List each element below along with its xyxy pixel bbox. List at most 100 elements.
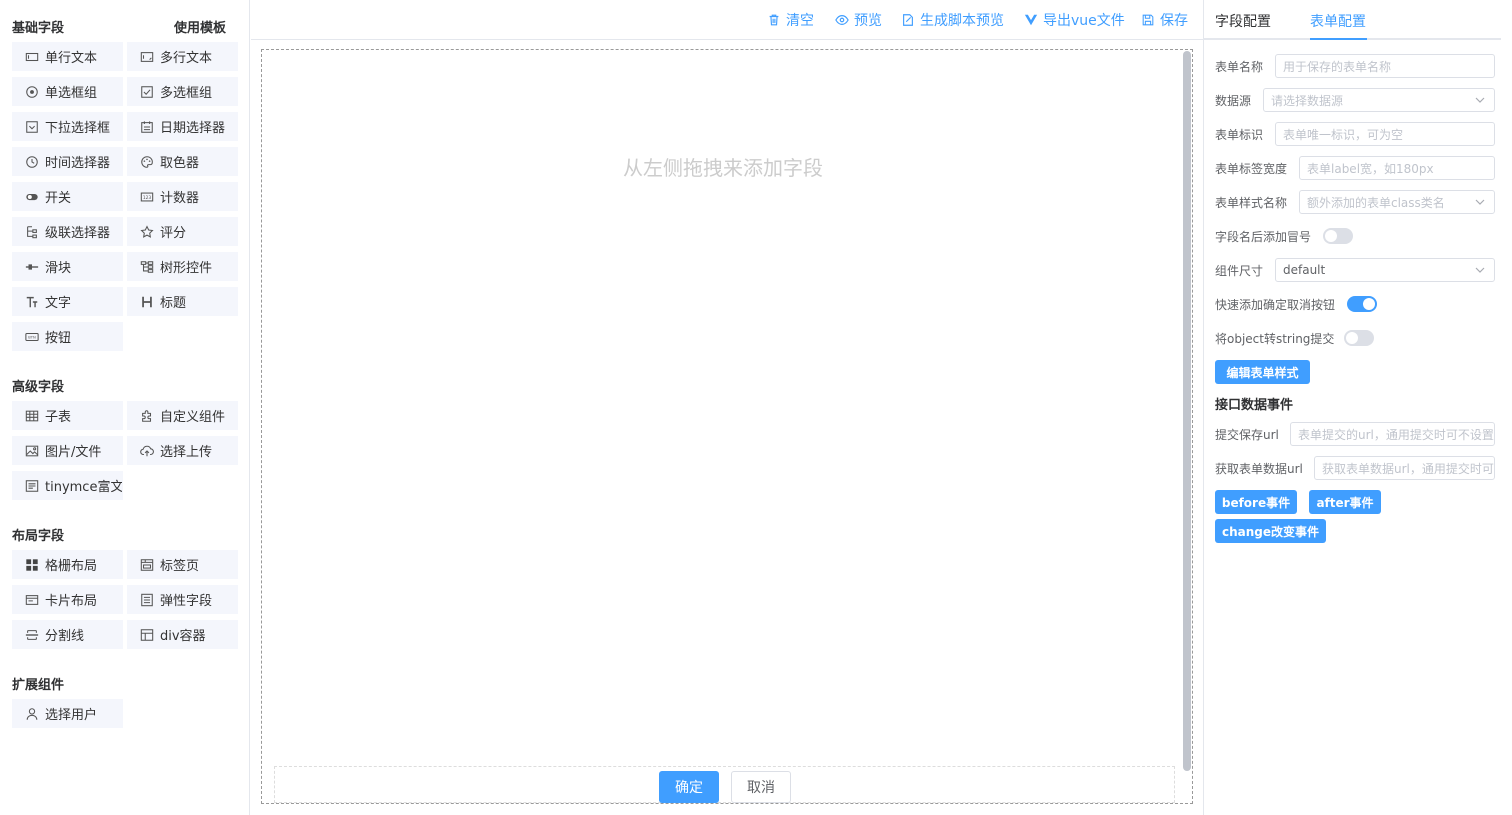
form-class-label: 表单样式名称	[1215, 195, 1288, 210]
date-icon	[140, 120, 154, 134]
component-label: 标题	[160, 296, 187, 311]
obj2str-row: 将object转string提交	[1215, 326, 1334, 350]
select-icon	[25, 120, 39, 134]
label-width-input[interactable]: 表单label宽，如180px	[1299, 156, 1495, 180]
component-label: 单行文本	[45, 51, 98, 66]
form-name-input[interactable]: 用于保存的表单名称	[1275, 54, 1495, 78]
button-icon: BTN	[25, 330, 39, 344]
component-label: 时间选择器	[45, 156, 111, 171]
component-item[interactable]: 格栅布局	[12, 550, 123, 579]
chevron-down-icon	[1475, 199, 1485, 205]
preview-button[interactable]: 预览	[835, 10, 882, 30]
tabs-icon	[140, 558, 154, 572]
component-item[interactable]: 滑块	[12, 252, 123, 281]
vue-icon	[1024, 14, 1038, 26]
form-canvas[interactable]: 从左侧拖拽来添加字段 确定 取消	[261, 49, 1193, 804]
submit-url-input[interactable]: 表单提交的url，通用提交时可不设置	[1290, 422, 1495, 446]
component-label: 计数器	[160, 191, 200, 206]
component-item[interactable]: 自定义组件	[127, 401, 238, 430]
component-item[interactable]: 时间选择器	[12, 147, 123, 176]
input-icon	[25, 50, 39, 64]
component-label: 级联选择器	[45, 226, 111, 241]
obj2str-switch[interactable]	[1344, 330, 1374, 346]
section-title-extension: 扩展组件	[12, 678, 65, 693]
svg-text:123: 123	[143, 195, 152, 201]
component-label: 文字	[45, 296, 72, 311]
component-item[interactable]: 单选框组	[12, 77, 123, 106]
component-label: 自定义组件	[160, 410, 226, 425]
section-title-layout: 布局字段	[12, 529, 65, 544]
save-button[interactable]: 保存	[1141, 10, 1188, 30]
component-item[interactable]: 子表	[12, 401, 123, 430]
cancel-button[interactable]: 取消	[731, 771, 791, 803]
active-tab-indicator	[1310, 38, 1367, 40]
component-label: 选择用户	[45, 708, 98, 723]
label-width-row: 表单标签宽度	[1215, 156, 1287, 180]
component-item[interactable]: 选择用户	[12, 699, 123, 728]
submit-url-row: 提交保存url	[1215, 422, 1279, 446]
config-scrollbar[interactable]	[1501, 40, 1509, 815]
component-item[interactable]: 树形控件	[127, 252, 238, 281]
component-item[interactable]: 评分	[127, 217, 238, 246]
use-template-link[interactable]: 使用模板	[174, 17, 226, 36]
canvas-scrollbar-thumb[interactable]	[1183, 51, 1191, 771]
confirm-button[interactable]: 确定	[659, 771, 719, 803]
component-item[interactable]: 123 计数器	[127, 182, 238, 211]
component-item[interactable]: tinymce富文本	[12, 471, 123, 500]
palette-icon	[140, 155, 154, 169]
tab-form-config[interactable]: 表单配置	[1310, 11, 1366, 31]
quick-button-label: 快速添加确定取消按钮	[1215, 297, 1336, 312]
puzzle-icon	[140, 409, 154, 423]
component-item[interactable]: 下拉选择框	[12, 112, 123, 141]
component-item[interactable]: div容器	[127, 620, 238, 649]
component-item[interactable]: 文字	[12, 287, 123, 316]
component-item[interactable]: 卡片布局	[12, 585, 123, 614]
colon-switch[interactable]	[1323, 228, 1353, 244]
component-item[interactable]: 选择上传	[127, 436, 238, 465]
component-item[interactable]: BTN 按钮	[12, 322, 123, 351]
component-label: 卡片布局	[45, 594, 98, 609]
canvas-scrollbar[interactable]	[1183, 51, 1191, 771]
clear-button[interactable]: 清空	[767, 10, 814, 30]
datasource-row: 数据源	[1215, 88, 1251, 112]
component-item[interactable]: 多行文本	[127, 42, 238, 71]
component-item[interactable]: 分割线	[12, 620, 123, 649]
image-icon	[25, 444, 39, 458]
component-label: 评分	[160, 226, 187, 241]
component-item[interactable]: 日期选择器	[127, 112, 238, 141]
component-item[interactable]: 级联选择器	[12, 217, 123, 246]
form-id-input[interactable]: 表单唯一标识，可为空	[1275, 122, 1495, 146]
component-label: 子表	[45, 410, 72, 425]
radio-icon	[25, 85, 39, 99]
tab-field-config[interactable]: 字段配置	[1215, 11, 1271, 31]
api-events-title: 接口数据事件	[1215, 398, 1294, 413]
component-item[interactable]: 多选框组	[127, 77, 238, 106]
component-label: 滑块	[45, 261, 72, 276]
form-class-select[interactable]: 额外添加的表单class类名	[1299, 190, 1495, 214]
component-item[interactable]: 弹性字段	[127, 585, 238, 614]
fetch-url-input[interactable]: 获取表单数据url，通用提交时可	[1314, 456, 1495, 480]
quick-button-switch[interactable]	[1347, 296, 1377, 312]
component-item[interactable]: 取色器	[127, 147, 238, 176]
size-select[interactable]: default	[1275, 258, 1495, 282]
component-label: 分割线	[45, 629, 85, 644]
component-label: 单选框组	[45, 86, 98, 101]
component-item[interactable]: 单行文本	[12, 42, 123, 71]
export-vue-button[interactable]: 导出vue文件	[1024, 10, 1125, 30]
datasource-select[interactable]: 请选择数据源	[1263, 88, 1495, 112]
after-event-button[interactable]: after事件	[1309, 490, 1381, 514]
form-id-label: 表单标识	[1215, 127, 1264, 142]
form-name-label: 表单名称	[1215, 59, 1264, 74]
component-item[interactable]: 标题	[127, 287, 238, 316]
component-item[interactable]: 图片/文件	[12, 436, 123, 465]
component-item[interactable]: 开关	[12, 182, 123, 211]
edit-form-style-button[interactable]: 编辑表单样式	[1215, 360, 1310, 384]
change-event-button[interactable]: change改变事件	[1215, 519, 1326, 543]
table-icon	[25, 409, 39, 423]
component-label: 多行文本	[160, 51, 213, 66]
script-preview-button[interactable]: 生成脚本预览	[901, 10, 1004, 30]
text-icon	[25, 295, 39, 309]
component-item[interactable]: 标签页	[127, 550, 238, 579]
before-event-button[interactable]: before事件	[1215, 490, 1297, 514]
colon-label: 字段名后添加冒号	[1215, 229, 1312, 244]
